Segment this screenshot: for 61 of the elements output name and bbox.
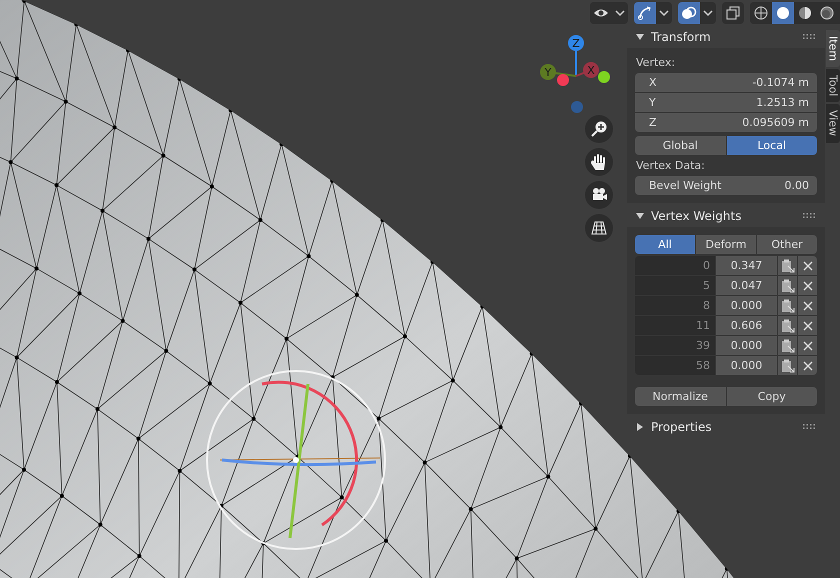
remove-icon[interactable]	[798, 336, 817, 355]
sidebar-tab[interactable]: Item	[826, 30, 840, 68]
group-index: 8	[635, 296, 715, 315]
axis-handle[interactable]: Z	[568, 35, 584, 76]
remove-icon[interactable]	[798, 356, 817, 375]
axis-dot[interactable]	[598, 71, 610, 83]
paste-icon[interactable]	[778, 356, 797, 375]
group-index: 0	[635, 256, 715, 275]
remove-icon[interactable]	[798, 256, 817, 275]
weight-field[interactable]: 0.000	[716, 356, 777, 375]
space-toggle[interactable]: Global	[635, 136, 726, 155]
section-label: Vertex Data:	[635, 158, 706, 174]
drag-handle-icon[interactable]	[803, 34, 817, 40]
filter-tab[interactable]: Deform	[696, 235, 756, 254]
remove-icon[interactable]	[798, 316, 817, 335]
axis-handle[interactable]: Y	[540, 64, 576, 80]
weight-field[interactable]: 0.000	[716, 336, 777, 355]
group-index: 11	[635, 316, 715, 335]
coordinate-field[interactable]: Z 0.095609 m	[635, 113, 817, 132]
remove-icon[interactable]	[798, 276, 817, 295]
drag-handle-icon[interactable]	[803, 213, 817, 219]
expanded-triangle-icon	[635, 32, 645, 42]
filter-tab[interactable]: All	[635, 235, 695, 254]
bevel-weight-field[interactable]: Bevel Weight 0.00	[635, 176, 817, 195]
axis-dot[interactable]	[557, 74, 569, 86]
hand-icon[interactable]	[585, 148, 613, 176]
paste-icon[interactable]	[778, 296, 797, 315]
panel-title: Properties	[651, 420, 712, 434]
coordinate-field[interactable]: Y 1.2513 m	[635, 93, 817, 112]
sidebar-tab[interactable]: View	[826, 104, 840, 143]
panel-title: Vertex Weights	[651, 209, 742, 223]
space-toggle[interactable]: Local	[726, 136, 817, 155]
zoom-icon[interactable]	[585, 115, 613, 143]
weights-button[interactable]: Normalize	[635, 387, 726, 406]
grid-icon[interactable]	[585, 214, 613, 242]
remove-icon[interactable]	[798, 296, 817, 315]
weight-field[interactable]: 0.606	[716, 316, 777, 335]
weight-field[interactable]: 0.047	[716, 276, 777, 295]
weight-field[interactable]: 0.000	[716, 296, 777, 315]
paste-icon[interactable]	[778, 336, 797, 355]
panel-title: Transform	[651, 30, 711, 44]
paste-icon[interactable]	[778, 316, 797, 335]
filter-tab[interactable]: Other	[757, 235, 817, 254]
sidebar-tab[interactable]: Tool	[826, 69, 840, 102]
paste-icon[interactable]	[778, 276, 797, 295]
shading-mode-icon[interactable]	[772, 2, 794, 24]
section-label: Vertex:	[635, 55, 676, 71]
gizmo-icon[interactable]	[634, 2, 656, 24]
expanded-triangle-icon	[635, 211, 645, 221]
weights-button[interactable]: Copy	[726, 387, 817, 406]
weight-field[interactable]: 0.347	[716, 256, 777, 275]
collapsed-triangle-icon	[635, 422, 645, 432]
overlay-icon[interactable]	[678, 2, 700, 24]
drag-handle-icon[interactable]	[803, 424, 817, 430]
group-index: 5	[635, 276, 715, 295]
axis-dot[interactable]	[571, 101, 583, 113]
camera-icon[interactable]	[585, 181, 613, 209]
group-index: 39	[635, 336, 715, 355]
group-index: 58	[635, 356, 715, 375]
paste-icon[interactable]	[778, 256, 797, 275]
coordinate-field[interactable]: X -0.1074 m	[635, 73, 817, 92]
